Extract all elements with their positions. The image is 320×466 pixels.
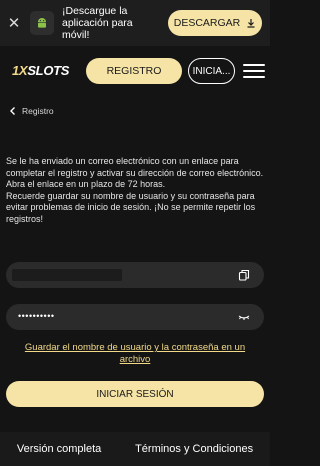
download-button-label: DESCARGAR: [173, 17, 241, 29]
top-header: 1XSLOTS REGISTRO INICIA...: [0, 46, 270, 96]
save-credentials-link[interactable]: Guardar el nombre de usuario y la contra…: [10, 342, 260, 366]
android-icon: [30, 11, 54, 35]
copy-icon[interactable]: [238, 269, 250, 281]
hamburger-menu-icon[interactable]: [243, 64, 265, 78]
info-email-sent: Se le ha enviado un correo electrónico c…: [6, 156, 264, 178]
logo[interactable]: 1XSLOTS: [12, 63, 69, 78]
footer: Versión completa Términos y Condiciones: [0, 432, 270, 466]
logo-part-1: 1X: [12, 63, 28, 78]
registration-info: Se le ha enviado un correo electrónico c…: [6, 156, 264, 225]
app-download-banner: ✕ ¡Descargue la aplicación para móvil! D…: [0, 0, 270, 46]
breadcrumb: Registro: [0, 98, 270, 124]
footer-full-version-link[interactable]: Versión completa: [17, 443, 101, 455]
info-link-expiry: Abra el enlace en un plazo de 72 horas.: [6, 179, 166, 189]
password-field[interactable]: ••••••••••: [6, 304, 264, 330]
logo-part-2: SLOTS: [27, 63, 70, 78]
download-icon: [247, 19, 255, 28]
banner-message: ¡Descargue la aplicación para móvil!: [62, 5, 133, 41]
login-button[interactable]: INICIAR SESIÓN: [6, 381, 264, 407]
info-save-reminder: Recuerde guardar su nombre de usuario y …: [6, 190, 256, 224]
username-field[interactable]: [6, 262, 264, 288]
close-icon[interactable]: ✕: [2, 14, 26, 32]
redacted-username: [12, 269, 122, 281]
password-value: ••••••••••: [18, 311, 55, 321]
breadcrumb-label[interactable]: Registro: [22, 106, 54, 116]
login-header-button[interactable]: INICIA...: [188, 58, 235, 84]
eye-closed-icon[interactable]: [238, 311, 250, 323]
chevron-left-icon[interactable]: [8, 106, 18, 116]
download-app-button[interactable]: DESCARGAR: [168, 10, 262, 36]
register-button[interactable]: REGISTRO: [86, 58, 182, 84]
footer-terms-link[interactable]: Términos y Condiciones: [135, 443, 253, 455]
